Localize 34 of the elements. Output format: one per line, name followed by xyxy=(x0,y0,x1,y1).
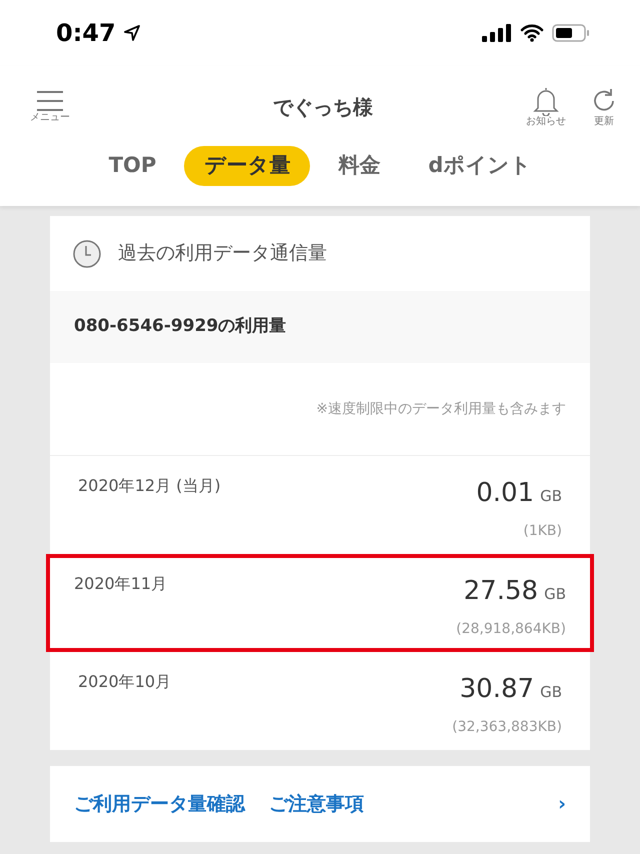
unit-label: GB xyxy=(540,486,562,507)
unit-label: GB xyxy=(544,584,566,605)
clock-icon xyxy=(72,238,102,268)
menu-button[interactable]: メニュー xyxy=(30,90,70,124)
info-link[interactable]: ご利用データ量確認 xyxy=(74,790,245,818)
clock-time: 0:47 xyxy=(56,18,116,49)
usage-kb: (32,363,883KB) xyxy=(452,718,562,737)
month-label: 2020年11月 xyxy=(74,573,168,595)
phone-number-label: 080-6546-9929の利用量 xyxy=(74,315,286,338)
unit-label: GB xyxy=(540,682,562,703)
tab[interactable]: 料金 xyxy=(318,146,400,186)
usage-kb: (28,918,864KB) xyxy=(456,620,566,639)
usage-amount: 27.58 xyxy=(464,575,538,608)
wifi-icon xyxy=(520,24,544,42)
tab[interactable]: TOP xyxy=(88,146,176,186)
battery-icon xyxy=(552,24,590,42)
month-label: 2020年12月 (当月) xyxy=(78,475,221,497)
usage-amount: 0.01 xyxy=(476,477,534,510)
refresh-button[interactable]: 更新 xyxy=(590,86,618,128)
usage-kb: (1KB) xyxy=(522,522,562,541)
month-label: 2020年10月 xyxy=(78,671,172,693)
page-title: でぐっち様 xyxy=(273,94,373,121)
info-link[interactable]: ご注意事項 xyxy=(269,790,364,818)
signal-icon xyxy=(482,24,512,42)
usage-amount: 30.87 xyxy=(460,673,534,706)
bell-icon xyxy=(532,86,560,116)
chevron-link[interactable]: › xyxy=(558,790,566,818)
menu-icon xyxy=(36,90,64,112)
tab[interactable]: dポイント xyxy=(408,146,552,186)
bell-button[interactable]: お知らせ xyxy=(526,86,566,128)
location-arrow-icon xyxy=(124,25,140,41)
tab[interactable]: データ量 xyxy=(184,146,310,186)
usage-note: ※速度制限中のデータ利用量も含みます xyxy=(316,400,566,418)
card-title: 過去の利用データ通信量 xyxy=(118,241,327,266)
